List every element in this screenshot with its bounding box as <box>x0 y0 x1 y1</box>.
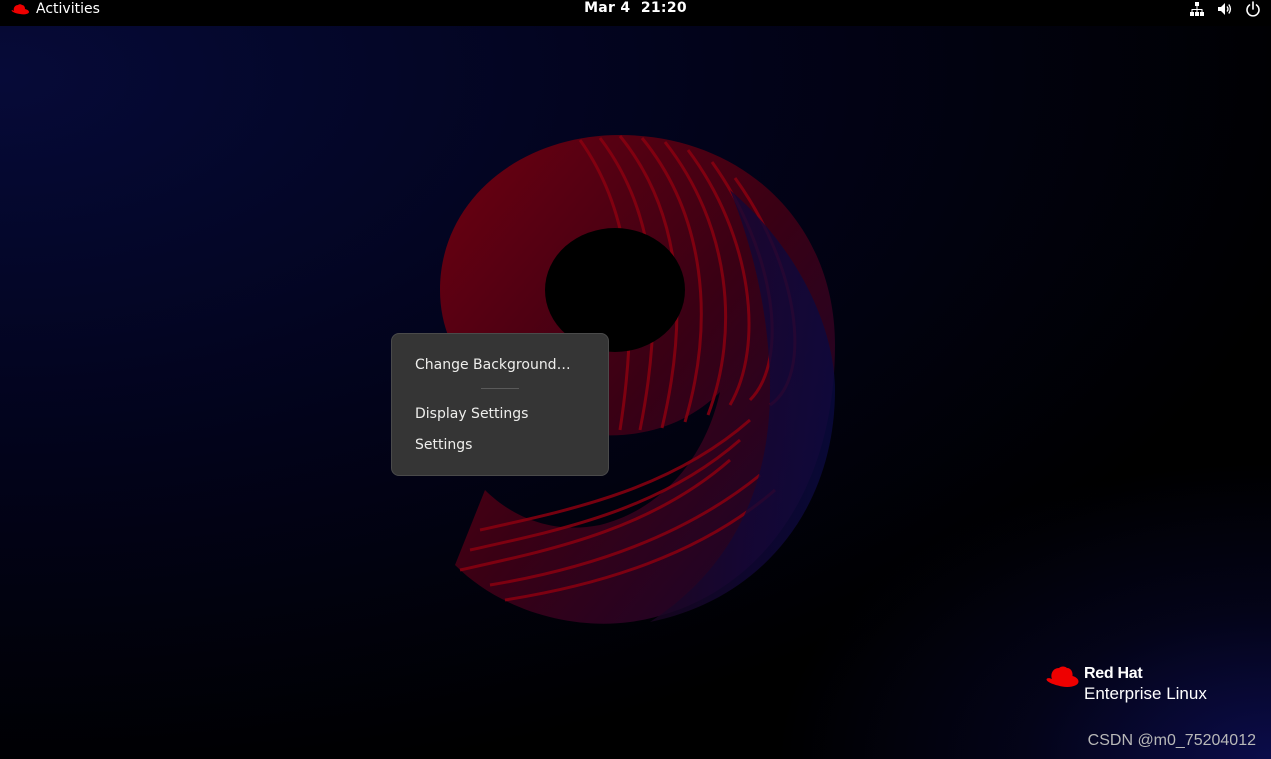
volume-icon[interactable] <box>1217 1 1233 17</box>
network-icon[interactable] <box>1189 1 1205 17</box>
clock-button[interactable]: Mar 4 21:20 <box>584 0 687 16</box>
watermark-text: CSDN @m0_75204012 <box>1087 732 1256 749</box>
clock: Mar 4 21:20 <box>0 0 1271 18</box>
redhat-logo-icon <box>11 4 29 15</box>
desktop-context-menu: Change Background… Display Settings Sett… <box>391 333 609 476</box>
redhat-logo-icon <box>1046 666 1079 687</box>
branding-line-2: Enterprise Linux <box>1084 684 1207 703</box>
branding-line-1: Red Hat <box>1084 665 1143 682</box>
activities-button[interactable]: Activities <box>10 0 100 18</box>
power-icon[interactable] <box>1245 1 1261 17</box>
menu-item-change-background[interactable]: Change Background… <box>392 352 608 378</box>
top-bar: Activities Mar 4 21:20 <box>0 0 1271 26</box>
clock-date: Mar 4 <box>584 0 631 16</box>
menu-item-settings[interactable]: Settings <box>392 432 608 458</box>
redhat-branding: Red Hat Enterprise Linux <box>1045 664 1245 708</box>
activities-label: Activities <box>36 1 100 17</box>
clock-time: 21:20 <box>640 0 687 16</box>
desktop[interactable]: Activities Mar 4 21:20 Change Background… <box>0 0 1271 759</box>
system-tray[interactable] <box>1189 0 1261 18</box>
menu-item-display-settings[interactable]: Display Settings <box>392 401 608 427</box>
menu-separator <box>481 388 519 389</box>
